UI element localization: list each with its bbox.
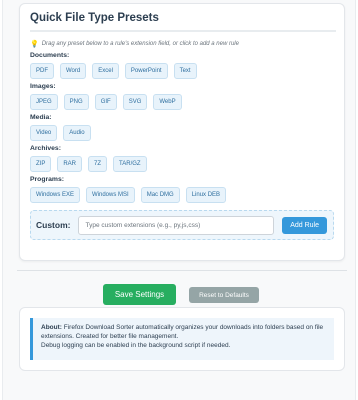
about-text: Firefox Download Sorter automatically or… [41, 324, 324, 340]
preset-chip-7z[interactable]: 7Z [88, 156, 108, 172]
preset-category-media: Media: Video Audio [30, 114, 334, 141]
category-label: Archives: [30, 145, 61, 152]
preset-chip-excel[interactable]: Excel [92, 63, 119, 79]
custom-extensions-input[interactable]: Type custom extensions (e.g., py,js,css) [78, 215, 275, 235]
category-label: Images: [30, 83, 56, 90]
debug-note: Debug logging can be enabled in the back… [41, 342, 231, 349]
preset-chip-zip[interactable]: ZIP [30, 156, 52, 172]
about-box: About: Firefox Download Sorter automatic… [30, 318, 334, 360]
preset-chip-windows-msi[interactable]: Windows MSI [86, 187, 135, 203]
divider [17, 270, 347, 271]
preset-chip-jpeg[interactable]: JPEG [30, 94, 58, 110]
preset-category-images: Images: JPEG PNG GIF SVG WebP [30, 83, 334, 110]
preset-chip-text[interactable]: Text [173, 63, 197, 79]
custom-extension-row: Custom: Type custom extensions (e.g., py… [30, 210, 334, 240]
preset-chip-mac-dmg[interactable]: Mac DMG [140, 187, 180, 203]
preset-category-programs: Programs: Windows EXE Windows MSI Mac DM… [30, 176, 334, 203]
preset-chip-video[interactable]: Video [30, 125, 58, 141]
save-settings-button[interactable]: Save Settings [103, 284, 176, 305]
preset-chip-powerpoint[interactable]: PowerPoint [124, 63, 168, 79]
preset-chip-png[interactable]: PNG [63, 94, 89, 110]
preset-chip-rar[interactable]: RAR [57, 156, 83, 172]
presets-title: Quick File Type Presets [30, 12, 336, 32]
preset-chip-webp[interactable]: WebP [153, 94, 182, 110]
preset-chip-svg[interactable]: SVG [122, 94, 148, 110]
preset-category-documents: Documents: PDF Word Excel PowerPoint Tex… [30, 52, 334, 79]
category-label: Programs: [30, 176, 64, 183]
preset-chip-audio[interactable]: Audio [63, 125, 91, 141]
presets-card: Quick File Type Presets 💡 Drag any prese… [19, 3, 345, 261]
options-page: Quick File Type Presets 💡 Drag any prese… [2, 0, 356, 400]
preset-chip-tar-gz[interactable]: TAR/GZ [113, 156, 147, 172]
bulb-icon: 💡 [30, 41, 39, 48]
about-card: About: Firefox Download Sorter automatic… [19, 307, 345, 371]
preset-chip-linux-deb[interactable]: Linux DEB [185, 187, 227, 203]
custom-label: Custom: [36, 220, 71, 230]
category-label: Documents: [30, 52, 70, 59]
add-rule-button[interactable]: Add Rule [282, 216, 327, 234]
preset-chip-pdf[interactable]: PDF [30, 63, 54, 79]
preset-chip-gif[interactable]: GIF [94, 94, 117, 110]
preset-chip-word[interactable]: Word [60, 63, 87, 79]
presets-hint: 💡 Drag any preset below to a rule's exte… [30, 40, 334, 48]
about-title: About: [41, 324, 62, 331]
preset-chip-windows-exe[interactable]: Windows EXE [30, 187, 81, 203]
preset-category-archives: Archives: ZIP RAR 7Z TAR/GZ [30, 145, 334, 172]
category-label: Media: [30, 114, 52, 121]
about-paragraph: About: Firefox Download Sorter automatic… [41, 323, 326, 341]
reset-defaults-button[interactable]: Reset to Defaults [189, 287, 259, 303]
hint-text: Drag any preset below to a rule's extens… [41, 41, 239, 47]
